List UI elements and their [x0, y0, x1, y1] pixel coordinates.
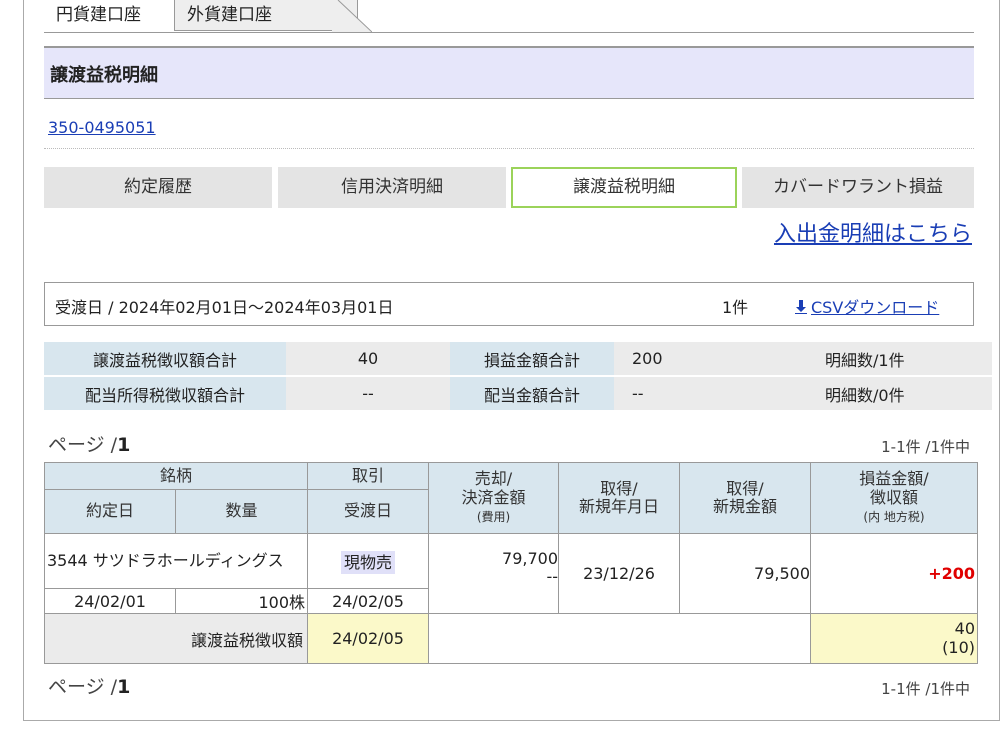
tax-amount: 40: [954, 619, 975, 639]
nav-trade-history-button[interactable]: 約定履歴: [44, 167, 272, 208]
download-icon: [795, 300, 807, 314]
summary-label: 配当金額合計: [450, 377, 614, 412]
header-sale-amount: 売却/決済金額 (費用): [428, 462, 559, 534]
date-range-bar: 受渡日 / 2024年02月01日〜2024年03月01日 1件 CSVダウンロ…: [44, 282, 974, 326]
summary-label: 譲渡益税徴収額合計: [44, 342, 286, 377]
header-contract-date: 約定日: [44, 489, 176, 534]
quantity: 100株: [175, 588, 308, 614]
summary-count: 明細数/0件: [783, 377, 992, 412]
summary-table: 譲渡益税徴収額合計 40 損益金額合計 200 明細数/1件 配当所得税徴収額合…: [44, 342, 992, 412]
tax-label: 譲渡益税徴収額: [44, 613, 308, 664]
summary-value: --: [614, 377, 783, 412]
header-acq-amount: 取得/新規金額: [679, 462, 811, 534]
contract-date: 24/02/01: [44, 588, 176, 614]
sale-fee: --: [546, 566, 558, 586]
delivery-date: 24/02/05: [307, 588, 429, 614]
pager-count-top: 1-1件 /1件中: [881, 438, 970, 456]
tab-edge: [332, 0, 372, 32]
header-trade: 取引: [307, 462, 429, 490]
tabs-divider: [44, 32, 974, 33]
pager-count-bottom: 1-1件 /1件中: [881, 680, 970, 698]
header-acq-date: 取得/新規年月日: [558, 462, 680, 534]
page-number: 1: [117, 676, 131, 698]
tab-yen-account[interactable]: 円貨建口座: [44, 0, 188, 30]
header-quantity: 数量: [175, 489, 308, 534]
date-range-text: 受渡日 / 2024年02月01日〜2024年03月01日: [55, 298, 394, 317]
table-row: 3544 サツドラホールディングス 現物売 79,700 -- 23/12/26 …: [44, 533, 978, 614]
result-count: 1件: [722, 298, 749, 317]
summary-value: 40: [286, 342, 450, 377]
pager-bottom: ページ /1: [48, 676, 131, 698]
acq-amount: 79,500: [679, 533, 811, 614]
header-pl: 損益金額/徴収額 (内 地方税): [810, 462, 978, 534]
dotted-divider: [44, 148, 974, 149]
summary-row-dividends: 配当所得税徴収額合計 -- 配当金額合計 -- 明細数/0件: [44, 377, 992, 412]
summary-label: 配当所得税徴収額合計: [44, 377, 286, 412]
stock-name: 3544 サツドラホールディングス: [44, 533, 308, 589]
pager-top: ページ /1: [48, 434, 131, 456]
account-number-link[interactable]: 350-0495051: [48, 118, 156, 137]
section-title: 譲渡益税明細: [50, 65, 158, 86]
summary-value: 200: [614, 342, 783, 377]
nav-margin-settlement-button[interactable]: 信用決済明細: [278, 167, 506, 208]
local-tax-amount: (10): [942, 637, 975, 657]
nav-covered-warrant-button[interactable]: カバードワラント損益: [742, 167, 974, 208]
summary-count: 明細数/1件: [783, 342, 992, 377]
tab-foreign-account[interactable]: 外貨建口座: [174, 0, 358, 31]
page-number: 1: [117, 434, 131, 456]
header-delivery-date: 受渡日: [307, 489, 429, 534]
profit-loss: +200: [810, 533, 978, 614]
trade-type: 現物売: [340, 551, 395, 574]
csv-download-link[interactable]: CSVダウンロード: [795, 294, 939, 318]
acq-date: 23/12/26: [558, 533, 680, 614]
tax-date: 24/02/05: [307, 613, 429, 664]
tax-empty: [428, 613, 811, 664]
trade-type-cell: 現物売: [307, 533, 429, 589]
header-stock: 銘柄: [44, 462, 308, 490]
section-header: 譲渡益税明細: [44, 48, 974, 99]
sale-amount: 79,700: [502, 549, 558, 568]
summary-value: --: [286, 377, 450, 412]
tax-amount-cell: 40 (10): [810, 613, 978, 664]
tax-row: 譲渡益税徴収額 24/02/05 40 (10): [44, 613, 978, 664]
nav-capital-gains-button[interactable]: 譲渡益税明細: [511, 167, 737, 208]
summary-row-capital-gains: 譲渡益税徴収額合計 40 損益金額合計 200 明細数/1件: [44, 342, 992, 377]
csv-download-label: CSVダウンロード: [811, 298, 940, 317]
summary-label: 損益金額合計: [450, 342, 614, 377]
detail-table: 銘柄 取引 売却/決済金額 (費用) 取得/新規年月日 取得/新規金額 損益金額/…: [44, 462, 978, 664]
deposit-statement-link[interactable]: 入出金明細はこちら: [774, 216, 972, 248]
sale-amount-cell: 79,700 --: [428, 533, 559, 614]
